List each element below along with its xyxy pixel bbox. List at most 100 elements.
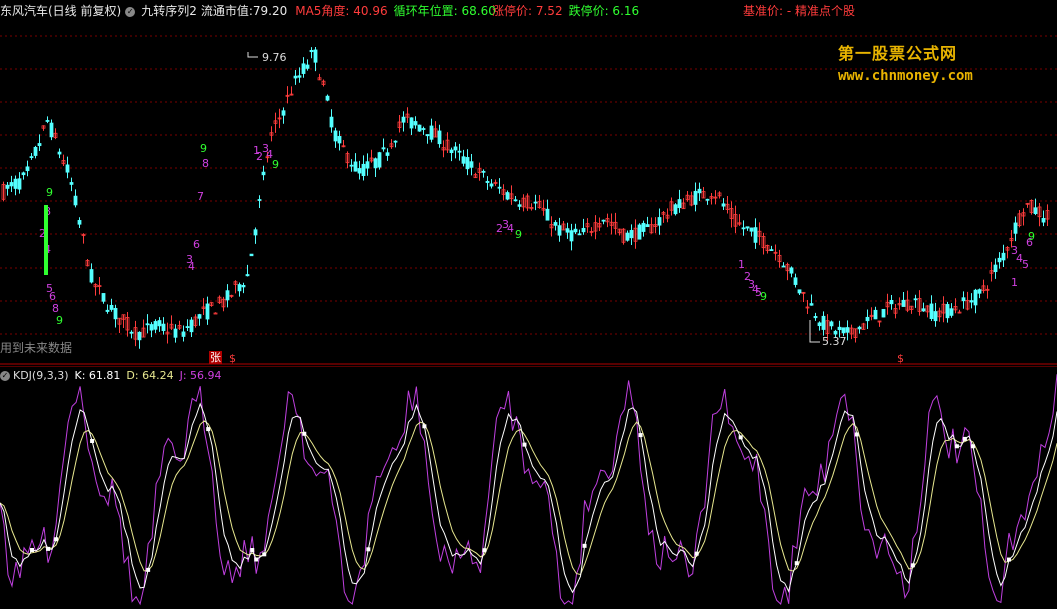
- candle: [1001, 252, 1006, 261]
- kdj-cross-marker: [254, 557, 259, 562]
- kdj-cross-marker: [54, 537, 59, 542]
- kdj-cross-marker: [206, 427, 211, 432]
- td-sequence-label: 6: [193, 238, 200, 251]
- candle: [113, 307, 118, 320]
- kdj-cross-marker: [738, 435, 743, 440]
- candle: [881, 308, 886, 318]
- candle: [9, 182, 14, 187]
- candle: [157, 320, 162, 327]
- candle: [305, 64, 310, 69]
- td-sequence-label: 4: [507, 222, 514, 235]
- candle: [625, 232, 630, 241]
- candle: [249, 253, 254, 257]
- candle: [33, 146, 38, 156]
- candle: [505, 192, 510, 200]
- td-sequence-label: 9: [56, 314, 63, 327]
- candle: [57, 151, 62, 155]
- kdj-cross-marker: [482, 548, 487, 553]
- candle: [137, 331, 142, 341]
- candle: [721, 203, 726, 207]
- kdj-d-line: [0, 420, 1057, 576]
- candle: [161, 323, 166, 331]
- candle: [929, 303, 934, 319]
- dollar-marker-1: $: [229, 352, 236, 365]
- candle: [517, 204, 522, 207]
- candle: [469, 161, 474, 168]
- kdj-cross-marker: [694, 551, 699, 556]
- candle: [197, 314, 202, 319]
- candle: [45, 120, 50, 122]
- candle: [797, 289, 802, 294]
- candle: [513, 199, 518, 202]
- candle: [945, 304, 950, 319]
- kdj-cross-marker: [954, 444, 959, 449]
- candle: [413, 121, 418, 126]
- low-price-label: 5.37: [822, 335, 847, 348]
- candle: [673, 204, 678, 215]
- candle: [769, 249, 774, 251]
- candle: [865, 316, 870, 322]
- candle: [237, 284, 242, 292]
- candle: [465, 157, 470, 170]
- kdj-cross-marker: [910, 563, 915, 568]
- kdj-cross-marker: [854, 432, 859, 437]
- candle: [1041, 218, 1046, 223]
- highlight-bar: [44, 205, 48, 275]
- candle: [857, 326, 862, 330]
- price-chart[interactable]: 98245689346789123492349123459345619: [0, 0, 1057, 365]
- candle: [313, 49, 318, 63]
- candle: [845, 327, 850, 333]
- candle: [641, 222, 646, 232]
- candle: [301, 63, 306, 74]
- candle: [1033, 207, 1038, 214]
- candle: [49, 122, 54, 138]
- candle: [429, 125, 434, 140]
- candle: [73, 195, 78, 206]
- candle: [601, 219, 606, 222]
- candle: [745, 226, 750, 229]
- candle: [577, 233, 582, 236]
- candle: [185, 326, 190, 328]
- candle: [829, 321, 834, 327]
- candle: [833, 330, 838, 335]
- candle: [645, 224, 650, 228]
- candle: [309, 50, 314, 53]
- candle: [461, 156, 466, 164]
- candle: [545, 208, 550, 221]
- kdj-cross-marker: [962, 436, 967, 441]
- candle: [841, 327, 846, 334]
- candle: [913, 298, 918, 301]
- candle: [417, 124, 422, 132]
- kdj-cross-marker: [1006, 557, 1011, 562]
- candle: [281, 110, 286, 116]
- candle: [101, 293, 106, 302]
- candle: [637, 224, 642, 240]
- candle: [485, 180, 490, 183]
- kdj-cross-marker: [638, 433, 643, 438]
- candle: [129, 331, 134, 334]
- candle: [181, 331, 186, 337]
- candle: [65, 164, 70, 173]
- candle: [749, 227, 754, 232]
- candle: [977, 289, 982, 294]
- td-sequence-label: 4: [188, 260, 195, 273]
- dollar-marker-2: $: [897, 352, 904, 365]
- kdj-chart[interactable]: [0, 366, 1057, 609]
- candle: [353, 161, 358, 172]
- candle: [361, 163, 366, 177]
- candle: [401, 116, 406, 123]
- candle: [949, 308, 954, 316]
- candle: [817, 322, 822, 327]
- kdj-k-line: [0, 402, 1057, 594]
- kdj-cross-marker: [422, 424, 427, 429]
- candle: [533, 201, 538, 204]
- candle: [741, 227, 746, 230]
- kdj-cross-marker: [46, 546, 51, 551]
- candle: [409, 117, 414, 129]
- candle: [77, 220, 82, 225]
- kdj-cross-marker: [146, 567, 151, 572]
- candle: [381, 147, 386, 150]
- kdj-cross-marker: [90, 438, 95, 443]
- candle: [809, 303, 814, 306]
- candle: [973, 289, 978, 306]
